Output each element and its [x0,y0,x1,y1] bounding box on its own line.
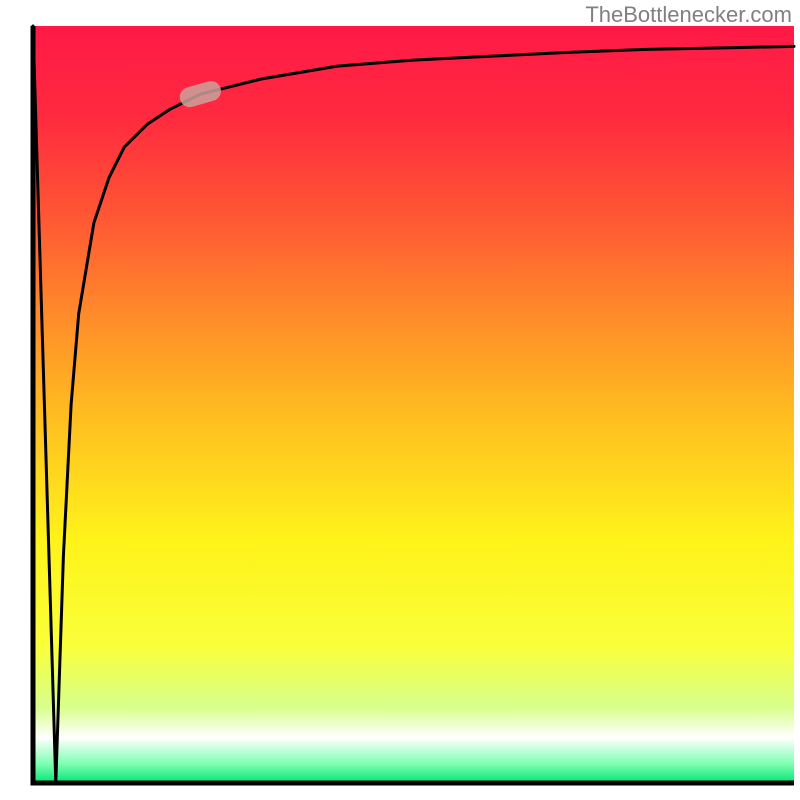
chart-stage: TheBottlenecker.com [0,0,800,800]
bottleneck-chart [0,0,800,800]
plot-background [33,26,794,783]
